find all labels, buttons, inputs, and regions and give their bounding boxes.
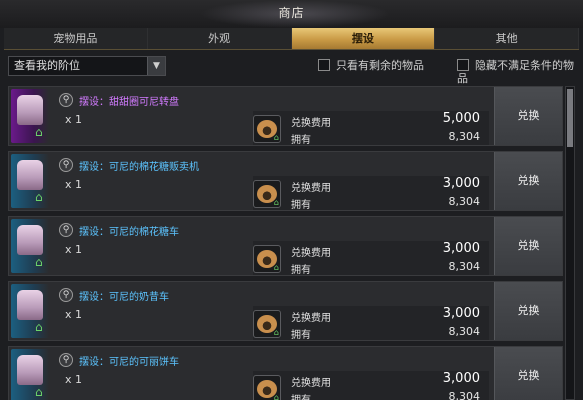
house-icon: ⌂ (35, 125, 43, 139)
redeem-button[interactable]: 兑换 (494, 217, 562, 275)
scrollbar-thumb[interactable] (567, 89, 573, 147)
list-scrollbar[interactable] (565, 86, 575, 400)
owned-value: 8,304 (448, 195, 481, 208)
redeem-button[interactable]: 兑换 (494, 87, 562, 145)
cost-label: 兑换费用 (291, 313, 331, 324)
cost-value: 3,000 (442, 176, 480, 191)
filter-row: 查看我的阶位 ▼ 只看有剩余的物品 隐藏不满足条件的物品 (8, 56, 578, 85)
shop-item-list: ⌂ ⚲ 摆设：甜甜圈可尼转盘 x 1 ⌂ 兑换费用 拥有 5,000 8,304… (8, 86, 563, 400)
tab-decorations[interactable]: 摆设 (291, 28, 436, 49)
item-name: 摆设：可尼的棉花糖贩卖机 (79, 162, 199, 173)
item-name: 摆设：甜甜圈可尼转盘 (79, 97, 179, 108)
hide-unmet-label: 隐藏不满足条件的物品 (457, 59, 574, 85)
item-quantity: x 1 (65, 308, 83, 321)
paw-token-icon: ⌂ (253, 310, 281, 338)
chevron-down-icon[interactable]: ▼ (147, 57, 165, 75)
cost-label: 兑换费用 (291, 248, 331, 259)
house-icon: ⌂ (35, 385, 43, 399)
cost-label: 兑换费用 (291, 183, 331, 194)
house-icon: ⌂ (35, 255, 43, 269)
tab-pet-supplies[interactable]: 宠物用品 (4, 28, 148, 49)
paw-token-icon: ⌂ (253, 245, 281, 273)
window-title: 商店 (278, 6, 305, 20)
owned-label: 拥有 (291, 265, 311, 276)
house-icon: ⌂ (35, 320, 43, 334)
item-thumbnail[interactable]: ⌂ (11, 284, 49, 338)
owned-value: 8,304 (448, 130, 481, 143)
tab-other[interactable]: 其他 (435, 28, 579, 49)
shop-item: ⌂ ⚲ 摆设：可尼的棉花糖车 x 1 ⌂ 兑换费用 拥有 3,000 8,304… (8, 216, 563, 276)
item-quantity: x 1 (65, 243, 83, 256)
cost-value: 3,000 (442, 371, 480, 386)
paw-token-icon: ⌂ (253, 180, 281, 208)
shop-item: ⌂ ⚲ 摆设：甜甜圈可尼转盘 x 1 ⌂ 兑换费用 拥有 5,000 8,304… (8, 86, 563, 146)
rank-filter-dropdown[interactable]: 查看我的阶位 ▼ (8, 56, 166, 76)
item-art (17, 95, 43, 125)
hide-unmet-option[interactable]: 隐藏不满足条件的物品 (457, 59, 578, 85)
item-thumbnail[interactable]: ⌂ (11, 349, 49, 400)
item-name: 摆设：可尼的棉花糖车 (79, 227, 179, 238)
shop-item: ⌂ ⚲ 摆设：可尼的奶昔车 x 1 ⌂ 兑换费用 拥有 3,000 8,304 … (8, 281, 563, 341)
owned-label: 拥有 (291, 330, 311, 341)
paw-token-icon: ⌂ (253, 115, 281, 143)
paw-token-icon: ⌂ (253, 375, 281, 400)
item-quantity: x 1 (65, 113, 83, 126)
redeem-button[interactable]: 兑换 (494, 347, 562, 400)
cost-label: 兑换费用 (291, 378, 331, 389)
item-quantity: x 1 (65, 178, 83, 191)
item-thumbnail[interactable]: ⌂ (11, 154, 49, 208)
owned-value: 8,304 (448, 325, 481, 338)
title-bar: 商店 (0, 0, 583, 28)
item-art (17, 225, 43, 255)
magnifier-icon[interactable]: ⚲ (59, 223, 73, 237)
redeem-button[interactable]: 兑换 (494, 152, 562, 210)
hide-unmet-checkbox[interactable] (457, 59, 469, 71)
owned-value: 8,304 (448, 260, 481, 273)
dropdown-value: 查看我的阶位 (14, 59, 80, 72)
magnifier-icon[interactable]: ⚲ (59, 93, 73, 107)
shop-item: ⌂ ⚲ 摆设：可尼的棉花糖贩卖机 x 1 ⌂ 兑换费用 拥有 3,000 8,3… (8, 151, 563, 211)
cost-value: 3,000 (442, 241, 480, 256)
shop-item: ⌂ ⚲ 摆设：可尼的可丽饼车 x 1 ⌂ 兑换费用 拥有 3,000 8,304… (8, 346, 563, 400)
item-thumbnail[interactable]: ⌂ (11, 89, 49, 143)
house-icon: ⌂ (35, 190, 43, 204)
cost-value: 5,000 (442, 111, 480, 126)
item-art (17, 290, 43, 320)
item-art (17, 160, 43, 190)
only-remaining-label: 只看有剩余的物品 (336, 59, 424, 72)
owned-label: 拥有 (291, 391, 311, 400)
category-tabs: 宠物用品 外观 摆设 其他 (4, 28, 579, 50)
item-art (17, 355, 43, 385)
owned-label: 拥有 (291, 200, 311, 211)
tab-appearance[interactable]: 外观 (147, 28, 292, 49)
owned-value: 8,304 (448, 390, 481, 400)
item-name: 摆设：可尼的可丽饼车 (79, 357, 179, 368)
item-thumbnail[interactable]: ⌂ (11, 219, 49, 273)
cost-label: 兑换费用 (291, 118, 331, 129)
magnifier-icon[interactable]: ⚲ (59, 158, 73, 172)
redeem-button[interactable]: 兑换 (494, 282, 562, 340)
item-quantity: x 1 (65, 373, 83, 386)
item-name: 摆设：可尼的奶昔车 (79, 292, 169, 303)
only-remaining-option[interactable]: 只看有剩余的物品 (318, 59, 424, 72)
owned-label: 拥有 (291, 135, 311, 146)
magnifier-icon[interactable]: ⚲ (59, 353, 73, 367)
only-remaining-checkbox[interactable] (318, 59, 330, 71)
cost-value: 3,000 (442, 306, 480, 321)
magnifier-icon[interactable]: ⚲ (59, 288, 73, 302)
